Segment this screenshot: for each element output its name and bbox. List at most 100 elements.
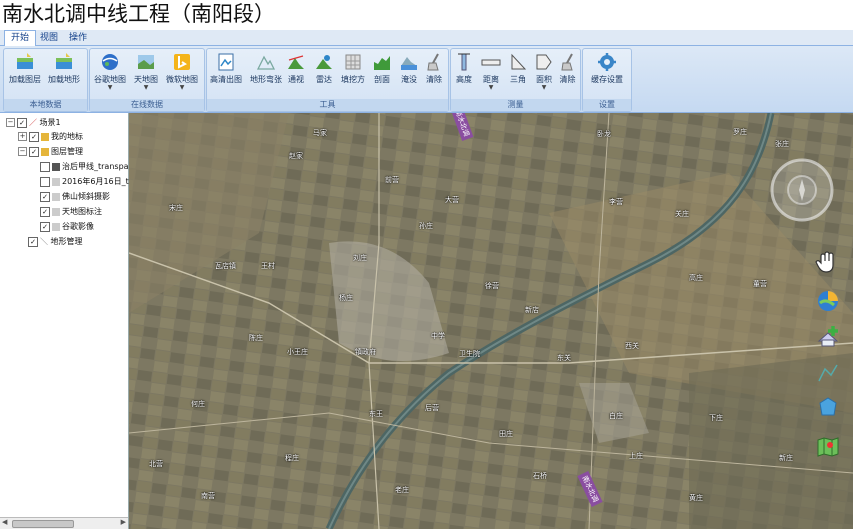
pencil-icon: ＼ (40, 237, 48, 246)
map-label: 关庄 (675, 210, 689, 218)
tianditu-button[interactable]: 天地图 ▼ (128, 51, 164, 97)
add-placemark-icon[interactable] (816, 323, 842, 349)
folder-icon (41, 132, 49, 141)
clear-measure-button[interactable]: 清除 (555, 51, 580, 97)
terrain-stretch-button[interactable]: 地形弯张 (248, 51, 284, 97)
line-of-sight-button[interactable]: 通视 (282, 51, 310, 97)
group-local-data: 加载图层 加载地形 本地数据 (3, 48, 88, 112)
map-label: 杨庄 (339, 294, 353, 302)
tab-operate[interactable]: 操作 (63, 31, 93, 45)
profile-chart-icon (374, 56, 390, 70)
map-label: 小王庄 (287, 348, 308, 356)
raster-layer-icon (52, 162, 60, 171)
ruler-icon (481, 59, 501, 66)
checkbox[interactable]: ✓ (40, 221, 50, 232)
map-label: 东关 (557, 354, 571, 362)
checkbox[interactable]: ✓ (28, 236, 38, 247)
pencil-icon: ／ (29, 118, 37, 127)
map-label: 刘庄 (353, 254, 367, 262)
group-tools: 高清出图 地形弯张 通视 雷达 填挖方 剖面 淹没 清除 工具 (206, 48, 449, 112)
cut-fill-button[interactable]: 填挖方 (338, 51, 368, 97)
mountain-outline-icon (256, 55, 276, 70)
map-label: 孙庄 (419, 222, 433, 230)
map-layers-icon[interactable] (816, 435, 842, 461)
tree-node-layer-2[interactable]: ✓ 佛山倾斜摄影 (40, 191, 110, 203)
hd-export-button[interactable]: 高清出图 (208, 51, 244, 97)
draw-line-icon[interactable] (816, 361, 842, 387)
group-label-settings: 设置 (583, 99, 631, 111)
expand-toggle[interactable]: + (18, 132, 27, 141)
map-label: 徐营 (485, 282, 499, 290)
flood-button[interactable]: 淹没 (396, 51, 422, 97)
load-layer-button[interactable]: 加载图层 (7, 51, 43, 97)
tree-node-layer-1[interactable]: 2016年6月16日_tr (40, 176, 132, 188)
raster-layer-icon (52, 207, 60, 216)
map-label: 北营 (149, 460, 163, 468)
collapse-toggle[interactable]: − (18, 147, 27, 156)
bing-icon (174, 54, 190, 70)
triangle-button[interactable]: 三角 (505, 51, 531, 97)
map-label: 白庄 (609, 412, 623, 420)
map-label: 新庄 (779, 454, 793, 462)
clear-tools-button[interactable]: 清除 (421, 51, 447, 97)
terrain-icon (56, 53, 72, 69)
checkbox[interactable]: ✓ (17, 117, 27, 128)
tree-node-layer-4[interactable]: ✓ 谷歌影像 (40, 221, 94, 233)
checkbox[interactable] (40, 176, 50, 187)
chevron-down-icon: ▼ (107, 84, 113, 91)
map-label: 宋庄 (169, 204, 183, 212)
scrollbar-thumb[interactable] (12, 520, 74, 528)
grid-hatch-icon (345, 54, 361, 70)
tree-node-layer-0[interactable]: 治后甲线_transpar (40, 161, 132, 173)
height-button[interactable]: 高度 (451, 51, 477, 97)
map-label: 下庄 (709, 414, 723, 422)
map-view[interactable]: 南水北调 南水北调 马家 赵家 前营 大营 孙庄 卧龙 罗庄 张庄 李营 关庄 … (129, 113, 853, 529)
map-label: 中学 (431, 332, 445, 340)
tree-node-scene[interactable]: − ✓ ／ 场景1 (6, 117, 61, 129)
map-label: 大营 (445, 196, 459, 204)
satellite-imagery (129, 113, 853, 529)
pan-hand-icon[interactable] (814, 249, 840, 275)
tree-node-layer-3[interactable]: ✓ 天地图标注 (40, 206, 102, 218)
bing-map-button[interactable]: 微软地图 ▼ (164, 51, 200, 97)
collapse-toggle[interactable]: − (6, 118, 15, 127)
chevron-down-icon: ▼ (488, 84, 494, 91)
area-icon (536, 54, 552, 70)
map-label: 李营 (609, 198, 623, 206)
tab-start[interactable]: 开始 (4, 30, 37, 46)
draw-polygon-icon[interactable] (816, 395, 842, 421)
tree-node-terrain[interactable]: ✓ ＼ 地形管理 (28, 236, 83, 248)
checkbox[interactable]: ✓ (29, 131, 39, 142)
group-measure: 高度 距离 ▼ 三角 面积 ▼ 清除 测量 (450, 48, 581, 112)
checkbox[interactable]: ✓ (40, 206, 50, 217)
distance-button[interactable]: 距离 ▼ (477, 51, 505, 97)
navigation-compass-icon[interactable] (769, 157, 835, 223)
radar-button[interactable]: 雷达 (310, 51, 338, 97)
scroll-left-icon[interactable]: ◀ (2, 518, 7, 526)
chevron-down-icon: ▼ (541, 84, 547, 91)
google-map-button[interactable]: 谷歌地图 ▼ (92, 51, 128, 97)
checkbox[interactable] (40, 161, 50, 172)
map-label: 罗庄 (733, 128, 747, 136)
map-label: 张庄 (775, 140, 789, 148)
map-label: 黄庄 (689, 494, 703, 502)
map-label: 石桥 (533, 472, 547, 480)
profile-button[interactable]: 剖面 (368, 51, 396, 97)
map-label: 程庄 (285, 454, 299, 462)
map-label: 王村 (261, 262, 275, 270)
image-export-icon (218, 53, 234, 71)
globe-view-icon[interactable] (816, 289, 842, 315)
load-terrain-button[interactable]: 加载地形 (46, 51, 82, 97)
scroll-right-icon[interactable]: ▶ (121, 518, 126, 526)
horizontal-scrollbar[interactable]: ◀ ▶ (0, 517, 128, 529)
tab-view[interactable]: 视图 (34, 31, 64, 45)
checkbox[interactable]: ✓ (29, 146, 39, 157)
raster-layer-icon (52, 177, 60, 186)
tree-node-my-places[interactable]: + ✓ 我的地标 (18, 131, 83, 143)
group-settings: 缓存设置 设置 (582, 48, 632, 112)
tree-node-layer-mgmt[interactable]: − ✓ 图层管理 (18, 146, 83, 158)
map-label: 高庄 (689, 274, 703, 282)
cache-settings-button[interactable]: 缓存设置 (589, 51, 625, 97)
area-button[interactable]: 面积 ▼ (531, 51, 557, 97)
checkbox[interactable]: ✓ (40, 191, 50, 202)
